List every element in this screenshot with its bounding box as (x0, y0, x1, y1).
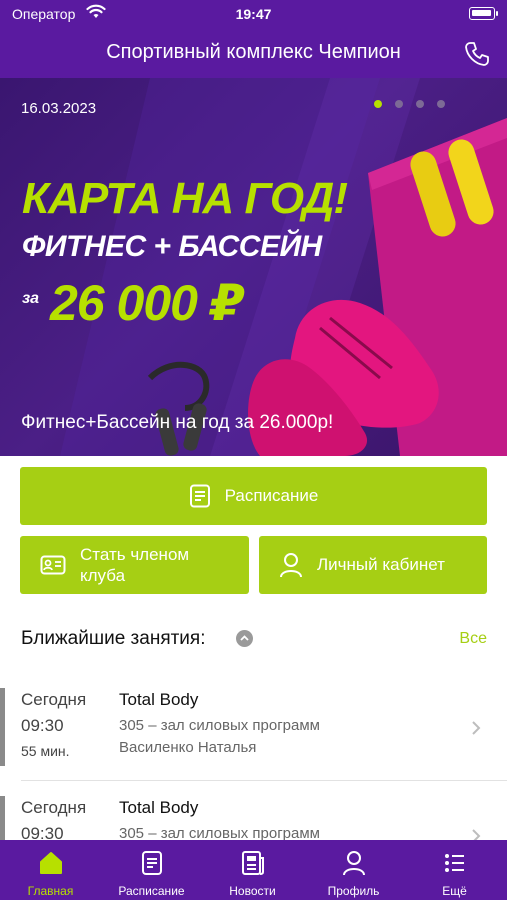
upcoming-title: Ближайшие занятия: (21, 628, 206, 649)
lesson-time: 09:30 (21, 716, 64, 735)
carousel-dot[interactable] (416, 100, 424, 108)
membership-button-label: Стать членом клуба (80, 545, 190, 585)
lesson-room: 305 – зал силовых программ (119, 717, 320, 734)
banner-artwork (60, 78, 507, 456)
home-icon (40, 852, 62, 874)
tab-home[interactable]: Главная (0, 840, 101, 900)
tab-label: Профиль (327, 884, 380, 898)
banner-date: 16.03.2023 (21, 100, 97, 117)
tab-more[interactable]: Ещё (404, 840, 505, 900)
document-icon (142, 851, 162, 875)
chevron-right-icon (472, 721, 481, 735)
membership-button[interactable]: Стать членом клуба (20, 536, 249, 594)
status-bar: Оператор 19:47 (0, 0, 507, 28)
lesson-name: Total Body (119, 690, 199, 709)
tab-profile[interactable]: Профиль (303, 840, 404, 900)
schedule-button[interactable]: Расписание (20, 467, 487, 525)
banner-caption: Фитнес+Бассейн на год за 26.000р! (21, 412, 334, 433)
page-title: Спортивный комплекс Чемпион (106, 41, 401, 63)
phone-icon[interactable] (463, 40, 491, 68)
see-all-link[interactable]: Все (459, 630, 487, 648)
promo-banner[interactable]: 16.03.2023 КАРТА НА ГОД! ФИТНЕС + БАССЕЙ… (0, 78, 507, 456)
document-icon (189, 484, 210, 508)
tab-bar: Главная Расписание Новости Профиль Ещё (0, 840, 507, 900)
person-icon (343, 851, 365, 876)
id-card-icon (40, 555, 66, 575)
person-icon (280, 553, 302, 578)
divider (21, 780, 507, 781)
carousel-dot[interactable] (395, 100, 403, 108)
tab-schedule[interactable]: Расписание (101, 840, 202, 900)
chevron-up-icon[interactable] (236, 630, 253, 647)
schedule-button-label: Расписание (224, 486, 319, 505)
personal-cabinet-button[interactable]: Личный кабинет (259, 536, 487, 594)
banner-headline: КАРТА НА ГОД! (22, 174, 348, 223)
lesson-row[interactable]: Сегодня 09:30 55 мин. Total Body 305 – з… (0, 688, 507, 788)
banner-subheadline: ФИТНЕС + БАССЕЙН (22, 230, 322, 263)
tab-label: Новости (229, 884, 276, 898)
lesson-coach: Василенко Наталья (119, 739, 257, 756)
personal-cabinet-button-label: Личный кабинет (317, 555, 445, 574)
list-icon (445, 854, 464, 872)
lesson-marker (0, 688, 5, 766)
banner-price-prefix: за (22, 290, 40, 307)
carousel-dot[interactable] (437, 100, 445, 108)
tab-label: Ещё (442, 884, 467, 898)
carousel-dot[interactable] (374, 100, 382, 108)
carousel-indicator[interactable] (374, 100, 445, 108)
news-icon (242, 851, 264, 875)
status-time: 19:47 (235, 6, 272, 22)
tab-label: Главная (27, 884, 74, 898)
lesson-day: Сегодня (21, 798, 87, 817)
lesson-name: Total Body (119, 798, 199, 817)
lesson-day: Сегодня (21, 690, 87, 709)
banner-price: 26 000 ₽ (50, 275, 245, 331)
app-header: Спортивный комплекс Чемпион (0, 28, 507, 78)
tab-news[interactable]: Новости (202, 840, 303, 900)
battery-icon (469, 7, 498, 20)
tab-label: Расписание (118, 884, 185, 898)
lesson-duration: 55 мин. (21, 743, 70, 759)
